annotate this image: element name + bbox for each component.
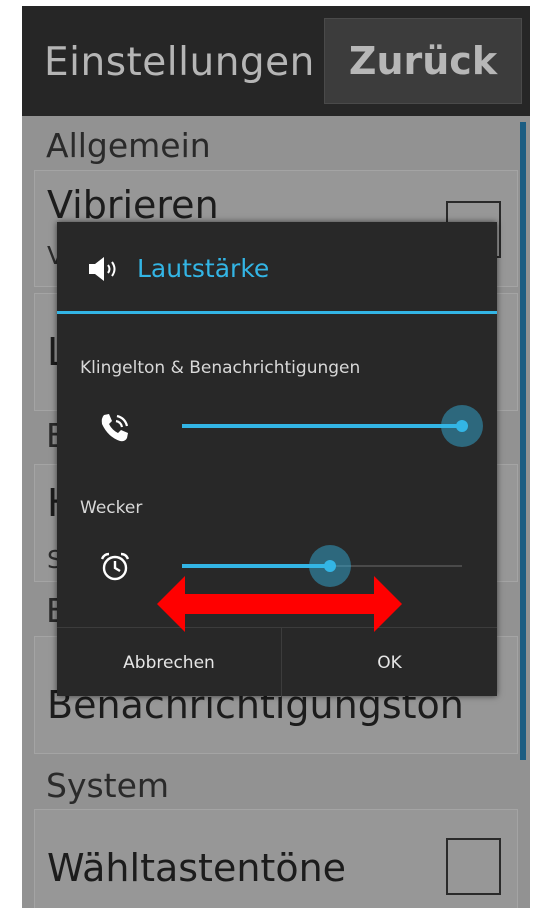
ringer-volume-slider[interactable] (182, 405, 483, 447)
cancel-button[interactable]: Abbrechen (57, 628, 281, 697)
ringer-volume-label: Klingelton & Benachrichtigungen (80, 358, 361, 378)
ringer-volume-fill (182, 424, 462, 428)
ringer-volume-thumb[interactable] (441, 405, 483, 447)
dialog-button-bar: Abbrechen OK (57, 627, 497, 697)
alarm-volume-fill (182, 564, 331, 568)
dialog-title: Lautstärke (137, 254, 270, 283)
alarm-volume-label: Wecker (80, 498, 143, 518)
screen: Einstellungen Zurück Allgemein Vibrieren… (0, 0, 537, 908)
alarm-clock-icon (100, 552, 130, 581)
dialog-title-divider (57, 311, 497, 314)
phone-ringing-icon (101, 414, 129, 442)
speaker-volume-icon (89, 257, 116, 281)
double-headed-arrow-icon (157, 576, 402, 632)
alarm-volume-slider[interactable] (182, 545, 462, 587)
ok-button[interactable]: OK (282, 628, 497, 697)
